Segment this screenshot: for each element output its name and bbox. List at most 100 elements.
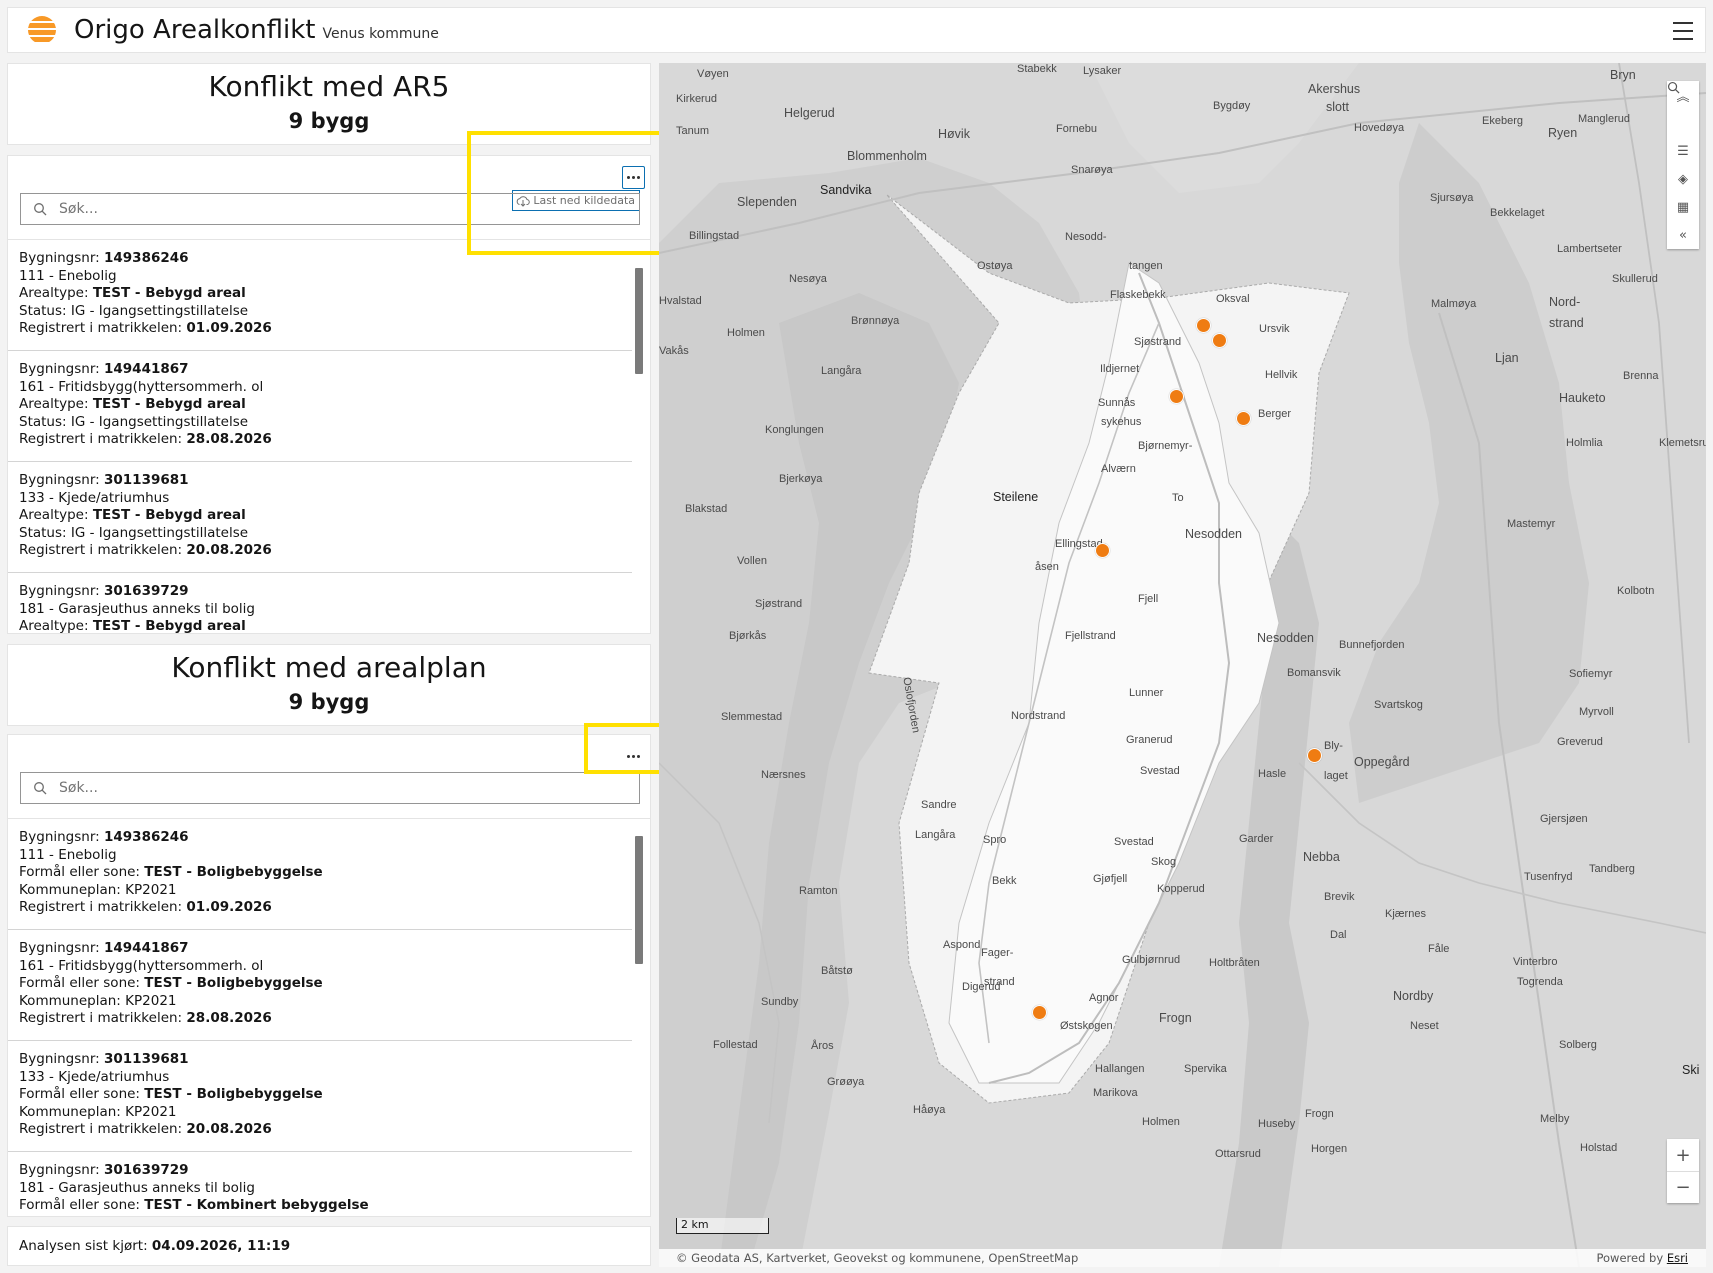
place-label: Kopperud <box>1157 883 1205 895</box>
place-label: Steilene <box>993 490 1039 504</box>
list-item[interactable]: Bygningsnr: 301639729 181 - Garasjeuthus… <box>8 573 632 633</box>
chevrons-left-icon[interactable]: « <box>1667 221 1699 249</box>
building-conflict-marker[interactable] <box>1169 389 1184 404</box>
list-item[interactable]: Bygningsnr: 301139681 133 - Kjede/atrium… <box>8 1041 632 1152</box>
place-label: Agnor <box>1089 992 1119 1004</box>
place-label: åsen <box>1035 561 1059 573</box>
place-label: Aspond <box>943 939 981 951</box>
place-label: To <box>1172 492 1184 504</box>
place-label: Ostøya <box>977 260 1013 272</box>
list-item[interactable]: Bygningsnr: 301639729 181 - Garasjeuthus… <box>8 1152 632 1216</box>
copyright-icon: © <box>676 1251 688 1265</box>
place-label: Skullerud <box>1612 273 1658 285</box>
place-label: Malmøya <box>1431 298 1477 310</box>
building-conflict-marker[interactable] <box>1032 1005 1047 1020</box>
building-conflict-marker[interactable] <box>1212 333 1227 348</box>
place-label: Gjøfjell <box>1093 873 1128 885</box>
app-logo-icon <box>28 16 56 44</box>
place-label: Tusenfryd <box>1524 871 1573 883</box>
place-label: Vinterbro <box>1513 956 1558 968</box>
last-run-label: Analysen sist kjørt: <box>19 1238 152 1254</box>
plan-count: 9 bygg <box>288 690 370 714</box>
place-label: Snarøya <box>1071 164 1113 176</box>
place-label: Horgen <box>1311 1143 1348 1155</box>
place-label: Flaskebekk <box>1110 289 1166 301</box>
place-label: Åros <box>811 1040 834 1052</box>
place-label: Brenna <box>1623 370 1659 382</box>
place-label: tangen <box>1129 260 1163 272</box>
place-label: Spro <box>983 834 1007 846</box>
building-conflict-marker[interactable] <box>1095 543 1110 558</box>
plan-search-input[interactable] <box>59 780 599 796</box>
analysis-footer: Analysen sist kjørt: 04.09.2026, 11:19 <box>7 1226 651 1266</box>
place-label: Slependen <box>737 195 797 209</box>
place-label: Vøyen <box>697 68 729 80</box>
place-label: Fornebu <box>1056 123 1097 135</box>
place-label: Sjøstrand <box>755 598 803 610</box>
place-label: Marikova <box>1093 1087 1138 1099</box>
place-label: Sofiemyr <box>1569 668 1613 680</box>
place-label: Mastemyr <box>1507 518 1556 530</box>
place-label: Bly- <box>1324 740 1343 752</box>
place-label: laget <box>1324 770 1348 782</box>
plan-list-panel: Bygningsnr: 149386246 111 - Enebolig For… <box>7 734 651 1217</box>
zoom-controls: + − <box>1667 1139 1699 1203</box>
place-label: Tanum <box>676 125 710 137</box>
list-item[interactable]: Bygningsnr: 149441867 161 - Fritidsbygg(… <box>8 930 632 1041</box>
place-label: Holmlia <box>1566 437 1603 449</box>
search-icon <box>34 782 47 795</box>
building-conflict-marker[interactable] <box>1196 318 1211 333</box>
place-label: Blakstad <box>685 503 728 515</box>
app-title: Origo Arealkonflikt <box>74 15 316 45</box>
ar5-list-scrollbar[interactable] <box>635 268 643 374</box>
building-conflict-marker[interactable] <box>1236 411 1251 426</box>
esri-link[interactable]: Esri <box>1667 1251 1688 1265</box>
place-label: Togrenda <box>1517 976 1563 988</box>
hamburger-menu-icon[interactable] <box>1673 22 1693 40</box>
place-label: Bomansvik <box>1287 667 1341 679</box>
list-item[interactable]: Bygningsnr: 149386246 111 - Enebolig For… <box>8 819 632 930</box>
place-label: Holmen <box>727 327 765 339</box>
building-conflict-marker[interactable] <box>1307 748 1322 763</box>
list-item[interactable]: Bygningsnr: 301139681 133 - Kjede/atrium… <box>8 462 632 573</box>
place-label: Kjærnes <box>1385 908 1426 920</box>
list-icon[interactable]: ☰ <box>1667 137 1699 165</box>
list-item[interactable]: Bygningsnr: 149386246 111 - Enebolig Are… <box>8 240 632 351</box>
place-label: Neset <box>1410 1020 1439 1032</box>
plan-list-scrollbar[interactable] <box>635 836 643 964</box>
place-label: Greverud <box>1557 736 1603 748</box>
map-basemap <box>659 63 1706 1267</box>
list-item[interactable]: Bygningsnr: 149441867 161 - Fritidsbygg(… <box>8 351 632 462</box>
place-label: Oppegård <box>1354 755 1410 769</box>
app-header: Origo Arealkonflikt Venus kommune <box>7 7 1706 53</box>
highlight-box <box>584 723 670 774</box>
place-label: Oksval <box>1216 293 1250 305</box>
search-icon[interactable] <box>1667 81 1699 137</box>
zoom-out-button[interactable]: − <box>1667 1171 1699 1203</box>
place-label: Akershus <box>1308 82 1361 96</box>
place-label: Ildjernet <box>1100 363 1140 375</box>
place-label: Ekeberg <box>1482 115 1523 127</box>
place-label: Svestad <box>1140 765 1180 777</box>
place-label: Nordstrand <box>1011 710 1066 722</box>
plan-search-field[interactable] <box>20 772 640 804</box>
place-label: Sunnås <box>1098 397 1136 409</box>
highlight-box <box>467 131 678 255</box>
zoom-in-button[interactable]: + <box>1667 1139 1699 1171</box>
plan-title: Konflikt med arealplan <box>171 651 487 684</box>
layers-icon[interactable]: ◈ <box>1667 165 1699 193</box>
place-label: Svestad <box>1114 836 1154 848</box>
qr-icon[interactable]: ▦ <box>1667 193 1699 221</box>
place-label: Frogn <box>1305 1108 1334 1120</box>
place-label: Ottarsrud <box>1215 1148 1261 1160</box>
place-label: Hovedøya <box>1354 122 1405 134</box>
place-label: Berger <box>1258 408 1292 420</box>
place-label: Brevik <box>1324 891 1355 903</box>
place-label: Billingstad <box>689 230 740 242</box>
place-label: Ramton <box>799 885 838 897</box>
place-label: Hallangen <box>1095 1063 1145 1075</box>
place-label: Stabekk <box>1017 63 1057 75</box>
place-label: Bygdøy <box>1213 100 1251 112</box>
map-view[interactable]: Nesodd- tangen Flaskebekk Oksval Ursvik … <box>659 63 1706 1267</box>
place-label: Nesodden <box>1185 527 1242 541</box>
